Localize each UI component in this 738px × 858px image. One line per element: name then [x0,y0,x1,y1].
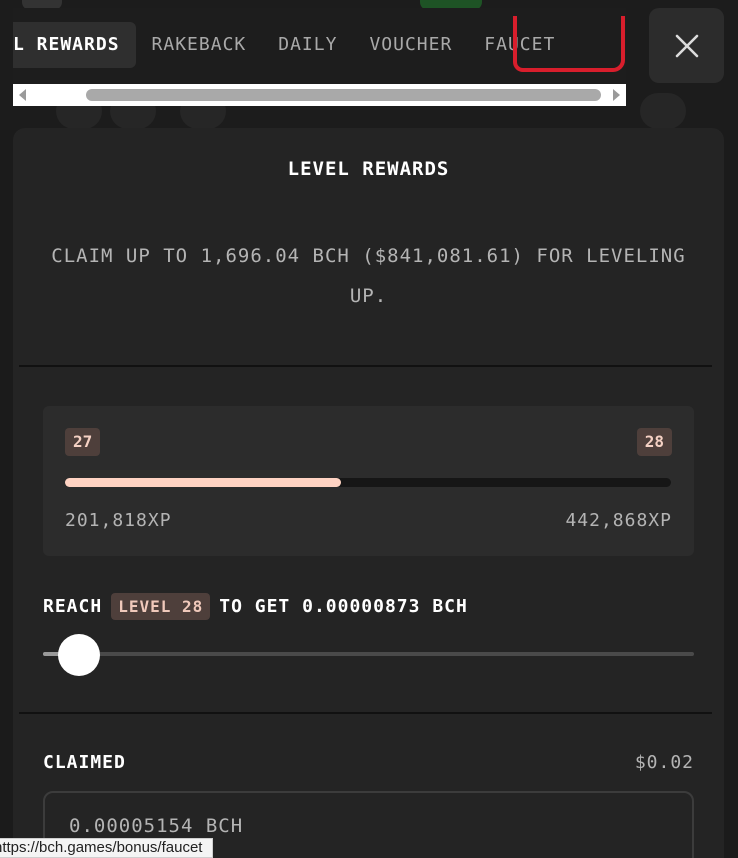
scroll-left-arrow-icon[interactable] [19,89,26,101]
tab-level-rewards[interactable]: L REWARDS [13,22,136,68]
red-annotation-mark [513,16,625,72]
close-button[interactable] [649,8,724,83]
target-level-badge: LEVEL 28 [111,592,211,620]
tab-list: L REWARDS RAKEBACK DAILY VOUCHER FAUCET [13,22,571,68]
tab-rakeback[interactable]: RAKEBACK [136,22,263,68]
level-rewards-panel: LEVEL REWARDS CLAIM UP TO 1,696.04 BCH (… [13,128,724,858]
reach-prefix: REACH [43,595,103,617]
xp-progress-bar [65,478,671,487]
close-icon [675,34,698,57]
level-slider-track[interactable] [43,652,694,656]
xp-progress-fill [65,478,342,487]
reach-level-reward: REACH LEVEL 28 TO GET 0.00000873 BCH [43,592,468,620]
divider [19,712,712,714]
next-level-badge: 28 [636,428,672,456]
panel-title: LEVEL REWARDS [287,158,450,180]
tab-scrollbar[interactable] [13,84,626,106]
bonus-tab-bar: L REWARDS RAKEBACK DAILY VOUCHER FAUCET [13,8,626,84]
tab-daily[interactable]: DAILY [262,22,353,68]
current-level-badge: 27 [65,428,101,456]
current-xp: 201,818XP [65,510,172,531]
background-chip [640,93,686,129]
level-slider-handle[interactable] [57,634,100,676]
claimed-label: CLAIMED [43,752,126,773]
divider [19,365,712,367]
scroll-right-arrow-icon[interactable] [613,89,620,101]
panel-description: CLAIM UP TO 1,696.04 BCH ($841,081.61) F… [51,245,686,307]
claimed-usd-value: $0.02 [634,752,694,773]
reward-amount-text: TO GET 0.00000873 BCH [219,595,468,617]
xp-progress-card: 27 28 201,818XP 442,868XP [43,406,694,556]
browser-status-url: https://bch.games/bonus/faucet [0,838,214,858]
claimed-amount: 0.00005154 BCH [69,815,244,837]
scrollbar-thumb[interactable] [86,89,601,101]
tab-voucher[interactable]: VOUCHER [353,22,468,68]
next-level-xp: 442,868XP [565,510,672,531]
